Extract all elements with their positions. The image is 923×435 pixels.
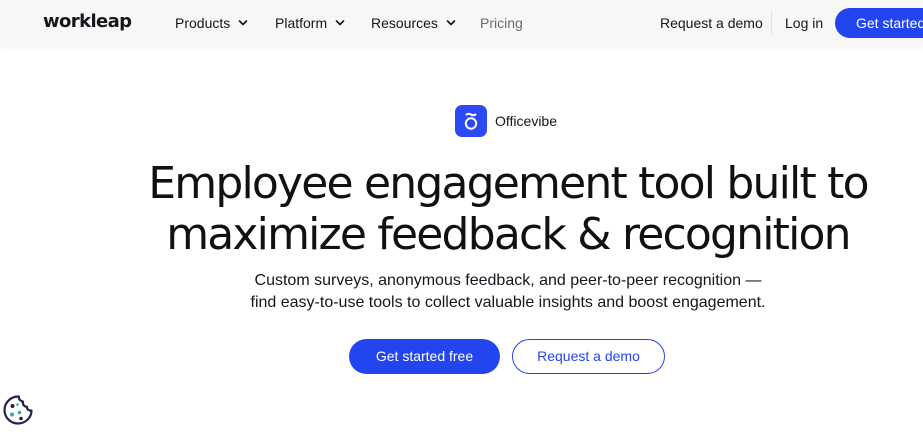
hero-headline-line-2: maximize feedback & recognition [166,209,851,260]
header-divider [771,11,772,35]
request-demo-link[interactable]: Request a demo [660,15,763,31]
workleap-logo[interactable]: workleap [43,11,132,32]
hero-subheading-line-2: find easy-to-use tools to collect valuab… [250,294,766,311]
nav-products[interactable]: Products [175,15,248,31]
chevron-down-icon [238,20,248,26]
hero-subheading: Custom surveys, anonymous feedback, and … [0,270,923,314]
nav-platform-label: Platform [275,15,328,31]
login-link[interactable]: Log in [785,15,823,31]
request-demo-button[interactable]: Request a demo [512,339,665,374]
product-name: Officevibe [495,113,557,129]
nav-resources[interactable]: Resources [371,15,456,31]
get-started-button[interactable]: Get started [835,8,923,38]
chevron-down-icon [335,20,345,26]
product-badge: Officevibe [455,105,557,137]
nav-platform[interactable]: Platform [275,15,345,31]
hero-headline: Employee engagement tool built to maximi… [0,158,923,260]
nav-pricing[interactable]: Pricing [480,15,523,31]
cookie-settings-button[interactable] [1,393,35,427]
nav-pricing-label: Pricing [480,15,523,31]
get-started-free-button[interactable]: Get started free [349,339,500,374]
hero-subheading-line-1: Custom surveys, anonymous feedback, and … [254,272,762,289]
nav-products-label: Products [175,15,231,31]
top-navigation-bar: workleap Products Platform Resources Pri… [0,0,923,46]
page: workleap Products Platform Resources Pri… [0,0,923,435]
nav-resources-label: Resources [371,15,438,31]
cookie-icon [3,395,33,425]
hero-headline-line-1: Employee engagement tool built to [148,158,869,209]
officevibe-icon [455,105,487,137]
chevron-down-icon [446,20,456,26]
